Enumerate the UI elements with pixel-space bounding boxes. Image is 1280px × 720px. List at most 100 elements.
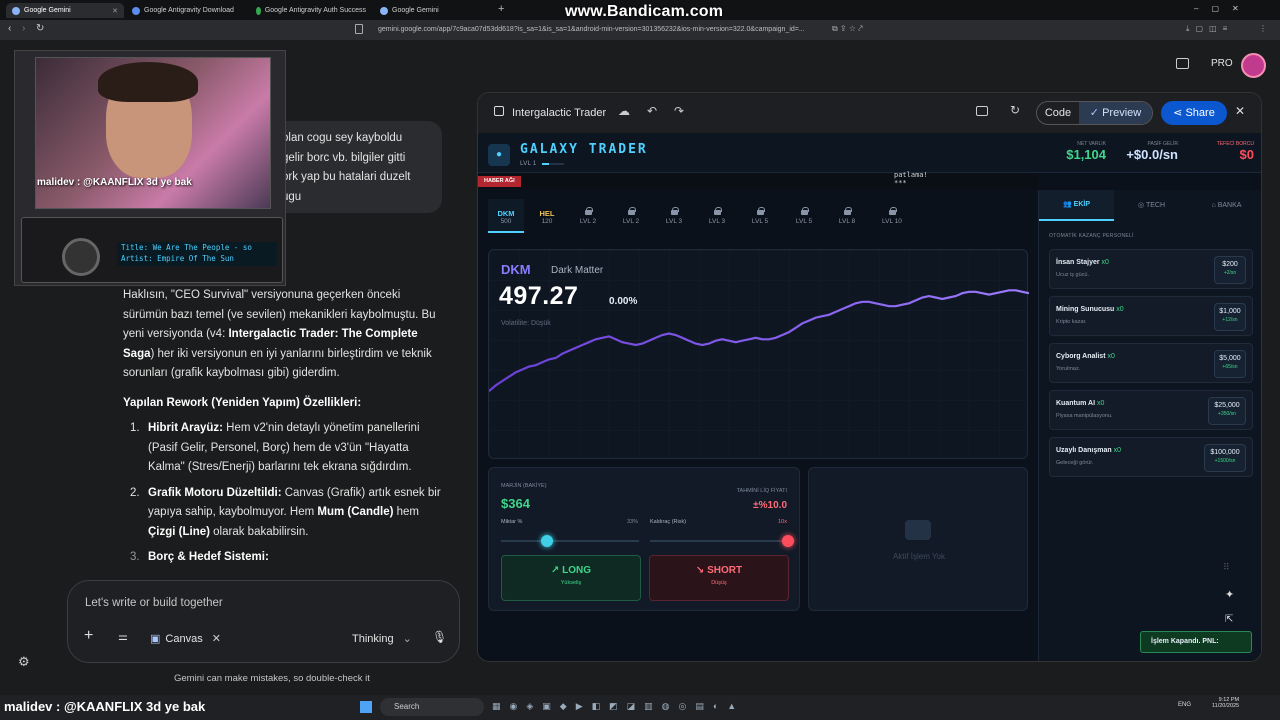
prompt-input[interactable]: Let's write or build together [85, 597, 223, 609]
tools-icon[interactable]: ⚌ [118, 630, 128, 643]
news-ticker: HABER AĞI patlama! *** [478, 171, 1038, 189]
avatar[interactable] [1241, 53, 1266, 78]
lock-icon [670, 207, 679, 215]
refresh-icon[interactable]: ↻ [1010, 103, 1020, 117]
asset-locked[interactable]: LVL 3 [654, 207, 694, 225]
redo-icon[interactable]: ↷ [674, 104, 684, 118]
hire-button[interactable]: $1,000 +12/sn [1214, 303, 1246, 331]
share-button[interactable]: ⋖ Share [1161, 101, 1227, 125]
cloud-save-icon[interactable]: ☁ [618, 104, 630, 118]
google-favicon-icon [256, 6, 261, 15]
language-indicator[interactable]: ENG [1178, 702, 1191, 708]
asset-hel[interactable]: HEL 120 [527, 209, 567, 225]
tab-label: Google Antigravity Download [144, 7, 234, 14]
user-message-line: ugu [282, 190, 302, 203]
forward-icon[interactable]: › [22, 23, 25, 34]
settings-gear-icon[interactable]: ⚙ [18, 654, 30, 670]
price-series-line [489, 289, 1029, 392]
galaxy-trader-game: ● GALAXY TRADER LVL 1 NET VARLIK $1,104 … [478, 133, 1261, 661]
staff-item: Mining Sunucusu x0 Kripto kazar. $1,000 +… [1049, 296, 1253, 336]
leverage-slider-handle[interactable] [782, 535, 794, 547]
user-message-line: ork yap bu hatalari duzelt [282, 171, 411, 183]
users-icon: 👥 [1062, 201, 1072, 208]
check-icon: ✓ [1089, 107, 1100, 119]
staff-item: İnsan Stajyer x0 Ucuz iş gücü. $200 +2/sn [1049, 249, 1253, 289]
address-bar[interactable]: gemini.google.com/app/7c9aca07d53dd618?i… [378, 24, 898, 36]
response-heading: Yapılan Rework (Yeniden Yapım) Özellikle… [123, 396, 362, 409]
tab-tech[interactable]: ◎ TECH [1114, 190, 1189, 221]
taskbar-app-icons[interactable]: ▦◉◈▣◆▶◧◩◪▥◍◎▤◐▲ [492, 701, 745, 712]
canvas-panel: Intergalactic Trader ☁ ↶ ↷ ↻ Code ✓ Prev… [477, 92, 1262, 662]
stat-net-worth: NET VARLIK $1,104 [1066, 141, 1106, 162]
code-tab[interactable]: Code [1037, 102, 1079, 124]
asset-locked[interactable]: LVL 2 [611, 207, 651, 225]
leverage-slider[interactable] [650, 535, 794, 547]
undo-icon[interactable]: ↶ [647, 104, 657, 118]
asset-dkm[interactable]: DKM 500 [486, 209, 526, 225]
stream-chat-overlay: malidev : @KAANFLIX 3d ye bak [4, 699, 206, 714]
taskbar-search[interactable]: Search [380, 698, 484, 716]
tab-bank[interactable]: ⌂ BANKA [1189, 190, 1261, 221]
prompt-composer: Let's write or build together + ⚌ ▣ Canv… [67, 580, 460, 663]
extensions-icon[interactable]: ⧉ ⇪ ☆ ⤤ [832, 24, 863, 34]
player-level: LVL 1 [520, 160, 537, 167]
trend-up-icon: ↗ [550, 565, 560, 576]
mode-selector[interactable]: Thinking ⌄ [352, 632, 412, 645]
short-button[interactable]: ↘ SHORT Düşüş [649, 555, 789, 601]
hire-button[interactable]: $200 +2/sn [1214, 256, 1246, 284]
chip-icon: ◎ [1138, 202, 1145, 209]
asset-locked[interactable]: LVL 5 [740, 207, 780, 225]
print-icon[interactable] [1176, 58, 1189, 69]
preview-tab[interactable]: ✓ Preview [1079, 102, 1152, 124]
drag-handle-icon[interactable]: ⠿ [1223, 562, 1230, 573]
lock-icon [800, 207, 809, 215]
response-list-item: 2. Grafik Motoru Düzeltildi: Canvas (Gra… [130, 486, 441, 538]
asset-locked[interactable]: LVL 2 [568, 207, 608, 225]
window-controls[interactable]: –▢✕ [1194, 4, 1252, 13]
amount-slider-handle[interactable] [540, 535, 553, 547]
windows-start-icon[interactable] [360, 701, 372, 713]
lock-icon [584, 207, 593, 215]
browser-tab[interactable]: Google Gemini ✕ [6, 3, 124, 18]
add-icon[interactable]: + [84, 627, 93, 645]
browser-tab[interactable]: Google Gemini [374, 3, 492, 18]
remove-chip-icon[interactable]: ✕ [212, 632, 221, 645]
side-panel: 👥 EKİP ◎ TECH ⌂ BANKA OTOMATİK KAZANÇ PE… [1038, 190, 1261, 661]
clock[interactable]: 9:12 PM 11/20/2025 [1212, 697, 1239, 709]
robot-icon [905, 520, 931, 540]
asset-locked[interactable]: LVL 3 [697, 207, 737, 225]
hire-button[interactable]: $25,000 +350/sn [1208, 397, 1246, 425]
select-area-icon[interactable]: ⇱ [1225, 614, 1233, 625]
microphone-icon[interactable]: 🎙 [432, 630, 447, 644]
asset-locked[interactable]: LVL 8 [827, 207, 867, 225]
sparkle-icon[interactable]: ✦ [1225, 588, 1234, 601]
hire-button[interactable]: $5,000 +65/sn [1214, 350, 1246, 378]
tab-team[interactable]: 👥 EKİP [1039, 190, 1114, 221]
browser-tab[interactable]: Google Antigravity Download [126, 3, 248, 18]
recorder-watermark: www.Bandicam.com [565, 3, 724, 20]
stat-passive-income: PASİF GELİR +$0.0/sn [1126, 141, 1178, 162]
hire-button[interactable]: $100,000 +1500/sn [1204, 444, 1246, 472]
asset-locked[interactable]: LVL 5 [784, 207, 824, 225]
canvas-chip[interactable]: ▣ Canvas ✕ [150, 632, 221, 646]
lock-icon [713, 207, 722, 215]
reload-icon[interactable]: ↻ [36, 23, 44, 34]
back-icon[interactable]: ‹ [8, 23, 11, 34]
browser-tab[interactable]: Google Antigravity Auth Success [250, 3, 372, 18]
lock-icon [888, 207, 897, 215]
close-canvas-icon[interactable]: ✕ [1235, 104, 1245, 118]
fullscreen-icon[interactable] [976, 106, 988, 116]
staff-item: Uzaylı Danışman x0 Geleceği görür. $100,… [1049, 437, 1253, 477]
liq-label: TAHMİNİ LİQ FİYATI [736, 488, 787, 494]
staff-item: Kuantum AI x0 Piyasa manipülasyonu. $25,… [1049, 390, 1253, 430]
liq-value: ±%10.0 [753, 500, 787, 511]
more-menu-icon[interactable]: ⋮ [1259, 24, 1267, 33]
new-tab-button[interactable]: + [498, 3, 504, 15]
amount-slider[interactable] [501, 535, 639, 547]
bookmark-icon[interactable] [355, 24, 363, 34]
long-button[interactable]: ↗ LONG Yükseliş [501, 555, 641, 601]
close-tab-icon[interactable]: ✕ [112, 7, 118, 15]
asset-locked[interactable]: LVL 10 [872, 207, 912, 225]
browser-menu-icons[interactable]: ⤓▢◫≡ [1186, 24, 1233, 34]
radio-knob-icon [62, 238, 100, 276]
